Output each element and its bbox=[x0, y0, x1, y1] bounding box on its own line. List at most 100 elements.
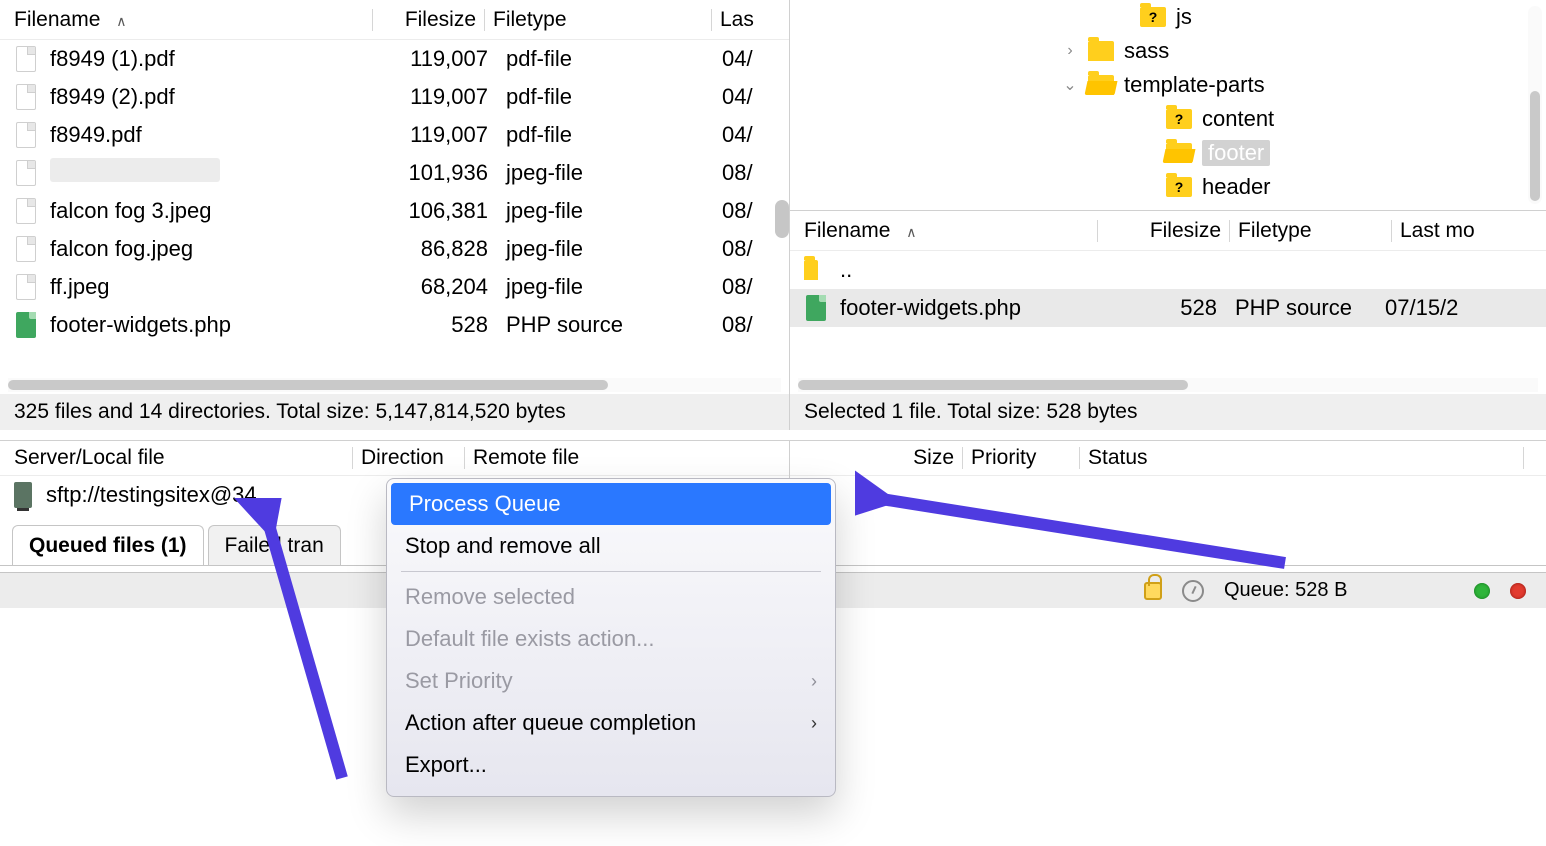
led-green-icon bbox=[1474, 583, 1490, 599]
file-icon bbox=[14, 197, 38, 225]
file-type: jpeg-file bbox=[506, 274, 722, 300]
local-file-row[interactable]: 101,936jpeg-file08/ bbox=[0, 154, 789, 192]
annotation-arrow-left bbox=[232, 498, 372, 788]
remote-col-filetype[interactable]: Filetype bbox=[1238, 219, 1383, 243]
tab-queued-files[interactable]: Queued files (1) bbox=[12, 525, 204, 565]
local-panel: Filename ∧ Filesize Filetype Las f8949 (… bbox=[0, 0, 790, 430]
ctx-label: Remove selected bbox=[405, 584, 575, 610]
column-divider[interactable] bbox=[1229, 220, 1230, 242]
file-date: 08/ bbox=[722, 236, 753, 262]
folder-open-icon bbox=[1166, 143, 1192, 163]
local-status: 325 files and 14 directories. Total size… bbox=[0, 394, 789, 430]
queue-col-status[interactable]: Status bbox=[1088, 446, 1515, 470]
local-col-lastmod[interactable]: Las bbox=[720, 8, 781, 32]
local-col-filesize[interactable]: Filesize bbox=[381, 8, 476, 32]
column-divider[interactable] bbox=[1097, 220, 1098, 242]
local-horizontal-scrollbar[interactable] bbox=[8, 378, 781, 392]
expand-open-icon[interactable]: ⌄ bbox=[1060, 75, 1080, 95]
remote-col-lastmod[interactable]: Last mo bbox=[1400, 219, 1538, 243]
queue-col-size[interactable]: Size bbox=[804, 446, 954, 470]
ctx-export[interactable]: Export... bbox=[387, 744, 835, 786]
led-red-icon bbox=[1510, 583, 1526, 599]
folder-icon bbox=[804, 256, 828, 284]
local-file-row[interactable]: f8949.pdf119,007pdf-file04/ bbox=[0, 116, 789, 154]
ctx-label: Export... bbox=[405, 752, 487, 778]
ctx-remove-selected: Remove selected bbox=[387, 576, 835, 618]
ctx-stop-remove-all[interactable]: Stop and remove all bbox=[387, 525, 835, 567]
file-icon bbox=[14, 273, 38, 301]
local-file-row[interactable]: footer-widgets.php528PHP source08/ bbox=[0, 306, 789, 344]
submenu-arrow-icon: › bbox=[811, 713, 817, 734]
column-divider[interactable] bbox=[1391, 220, 1392, 242]
ctx-action-after-completion[interactable]: Action after queue completion › bbox=[387, 702, 835, 744]
lock-icon[interactable] bbox=[1144, 582, 1162, 600]
local-file-row[interactable]: f8949 (2).pdf119,007pdf-file04/ bbox=[0, 78, 789, 116]
speed-gauge-icon[interactable] bbox=[1182, 580, 1204, 602]
local-col-filetype[interactable]: Filetype bbox=[493, 8, 703, 32]
ctx-process-queue[interactable]: Process Queue bbox=[391, 483, 831, 525]
tree-item[interactable]: ?js bbox=[808, 0, 1536, 34]
sort-asc-icon: ∧ bbox=[116, 13, 126, 30]
tree-item[interactable]: ›sass bbox=[808, 34, 1536, 68]
remote-tree-scrollbar[interactable] bbox=[1528, 6, 1542, 204]
ctx-set-priority: Set Priority › bbox=[387, 660, 835, 702]
ctx-default-file-exists: Default file exists action... bbox=[387, 618, 835, 660]
tree-item[interactable]: footer bbox=[808, 136, 1536, 170]
file-name: f8949 (2).pdf bbox=[50, 84, 376, 110]
column-divider[interactable] bbox=[1079, 447, 1080, 469]
queue-col-remotefile[interactable]: Remote file bbox=[473, 446, 775, 470]
expand-closed-icon[interactable]: › bbox=[1060, 42, 1080, 60]
file-name: ff.jpeg bbox=[50, 274, 376, 300]
queue-col-serverlocal[interactable]: Server/Local file bbox=[14, 446, 344, 470]
file-size: 528 bbox=[1102, 295, 1217, 321]
local-file-row[interactable]: f8949 (1).pdf119,007pdf-file04/ bbox=[0, 40, 789, 78]
file-icon bbox=[14, 83, 38, 111]
column-divider[interactable] bbox=[711, 9, 712, 31]
file-type: jpeg-file bbox=[506, 160, 722, 186]
column-divider[interactable] bbox=[962, 447, 963, 469]
column-divider[interactable] bbox=[484, 9, 485, 31]
column-divider[interactable] bbox=[372, 9, 373, 31]
column-divider[interactable] bbox=[464, 447, 465, 469]
tree-item-label: content bbox=[1202, 106, 1274, 132]
submenu-arrow-icon: › bbox=[811, 671, 817, 692]
tree-item[interactable]: ?content bbox=[808, 102, 1536, 136]
file-size: 119,007 bbox=[376, 122, 488, 148]
file-name bbox=[50, 158, 376, 188]
tree-item[interactable]: ⌄ template-parts bbox=[808, 68, 1536, 102]
column-divider[interactable] bbox=[1523, 447, 1524, 469]
remote-directory-tree[interactable]: ?js›sass ⌄ template-parts ?contentfooter?he… bbox=[790, 0, 1546, 210]
file-type: pdf-file bbox=[506, 122, 722, 148]
remote-col-filesize[interactable]: Filesize bbox=[1106, 219, 1221, 243]
remote-panel: ?js›sass ⌄ template-parts ?contentfooter?he… bbox=[790, 0, 1546, 430]
local-column-headers: Filename ∧ Filesize Filetype Las bbox=[0, 0, 789, 40]
queue-size-label: Queue: 528 B bbox=[1224, 579, 1454, 602]
tree-item[interactable]: ?header bbox=[808, 170, 1536, 204]
queue-col-direction[interactable]: Direction bbox=[361, 446, 456, 470]
column-divider[interactable] bbox=[352, 447, 353, 469]
file-name: f8949.pdf bbox=[50, 122, 376, 148]
local-col-filename-label: Filename bbox=[14, 8, 100, 31]
queue-context-menu: Process Queue Stop and remove all Remove… bbox=[386, 478, 836, 797]
file-date: 08/ bbox=[722, 312, 753, 338]
ctx-label: Set Priority bbox=[405, 668, 513, 694]
local-file-row[interactable]: falcon fog 3.jpeg106,381jpeg-file08/ bbox=[0, 192, 789, 230]
local-file-row[interactable]: ff.jpeg68,204jpeg-file08/ bbox=[0, 268, 789, 306]
file-date: 04/ bbox=[722, 84, 753, 110]
local-file-row[interactable]: falcon fog.jpeg86,828jpeg-file08/ bbox=[0, 230, 789, 268]
remote-col-filename[interactable]: Filename ∧ bbox=[804, 219, 1089, 243]
queue-col-priority[interactable]: Priority bbox=[971, 446, 1071, 470]
local-vertical-scrollbar[interactable] bbox=[775, 200, 789, 238]
file-size: 119,007 bbox=[376, 46, 488, 72]
file-type: pdf-file bbox=[506, 84, 722, 110]
file-icon bbox=[14, 159, 38, 187]
file-type: jpeg-file bbox=[506, 198, 722, 224]
remote-horizontal-scrollbar[interactable] bbox=[798, 378, 1538, 392]
remote-file-row[interactable]: footer-widgets.php528PHP source07/15/2 bbox=[790, 289, 1546, 327]
remote-up-directory[interactable]: .. bbox=[790, 251, 1546, 289]
local-col-filename[interactable]: Filename ∧ bbox=[14, 8, 364, 32]
remote-col-filename-label: Filename bbox=[804, 219, 890, 242]
ctx-label: Default file exists action... bbox=[405, 626, 654, 652]
tree-item-label: template-parts bbox=[1124, 72, 1265, 98]
file-size: 528 bbox=[376, 312, 488, 338]
